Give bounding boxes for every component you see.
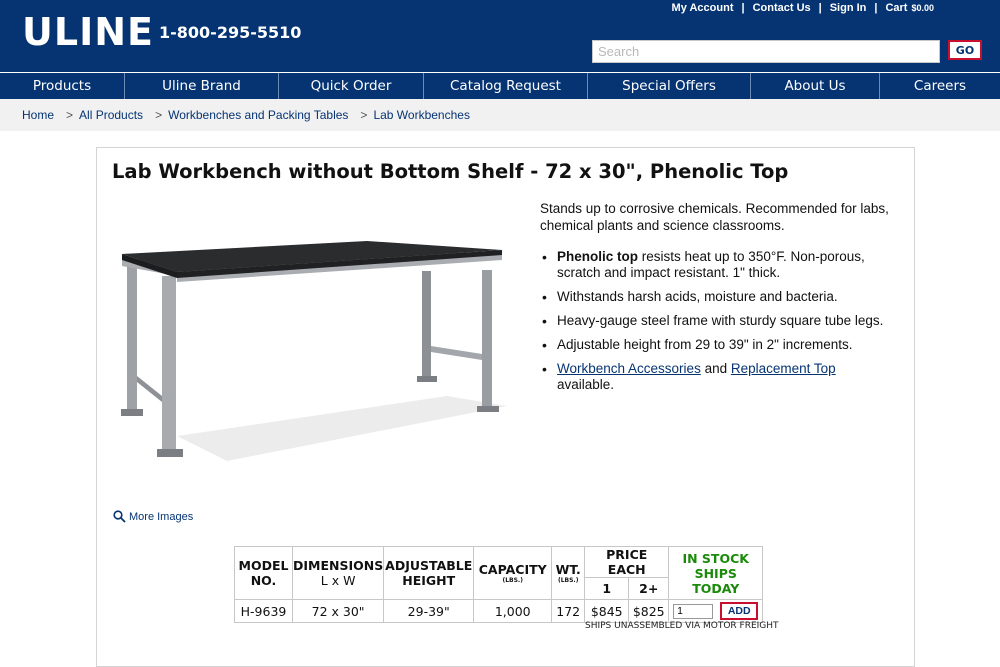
cell-model: H-9639 [234,599,293,623]
contact-us-link[interactable]: Contact Us [753,2,811,14]
header-dimensions-label: DIMENSIONS [293,558,384,573]
header-price-2: 2+ [628,577,670,600]
feature-item: Phenolic top resists heat up to 350°F. N… [540,249,890,281]
nav-careers[interactable]: Careers [880,73,1000,99]
header-model-label: MODEL NO. [238,558,289,588]
cell-order: ADD [668,599,764,623]
feature-item: Withstands harsh acids, moisture and bac… [540,289,890,305]
product-title: Lab Workbench without Bottom Shelf - 72 … [112,160,789,183]
header-adjustable: ADJUSTABLE HEIGHT [383,546,475,600]
header-stock: IN STOCK SHIPS TODAY [668,546,764,600]
feature-text: and [700,361,731,376]
feature-text: available. [557,377,615,392]
header-weight: WT. (LBS.) [551,546,586,600]
top-links: My Account | Contact Us | Sign In | Cart… [672,2,934,14]
feature-item: Workbench Accessories and Replacement To… [540,361,890,393]
quantity-input[interactable] [673,603,714,619]
nav-about-us[interactable]: About Us [751,73,880,99]
table-row: H-9639 72 x 30" 29-39" 1,000 172 $845 $8… [234,599,764,623]
search-go-button[interactable]: GO [948,40,982,60]
cart-total: $0.00 [911,3,934,13]
separator: | [818,2,822,14]
main-nav: Products Uline Brand Quick Order Catalog… [0,73,1000,99]
separator: | [741,2,745,14]
more-images-link[interactable]: More Images [113,510,193,523]
site-header: ULINE 1-800-295-5510 My Account | Contac… [0,0,1000,72]
breadcrumb-all-products[interactable]: All Products [79,108,143,122]
shipping-note: SHIPS UNASSEMBLED VIA MOTOR FREIGHT [585,621,779,631]
cell-dimensions: 72 x 30" [291,599,385,623]
header-weight-unit: (LBS.) [557,576,579,584]
uline-logo[interactable]: ULINE [22,10,154,54]
header-adjustable-label: ADJUSTABLE [385,558,473,573]
cart-link[interactable]: Cart [885,2,907,14]
nav-catalog-request[interactable]: Catalog Request [424,73,588,99]
product-panel: Lab Workbench without Bottom Shelf - 72 … [96,147,915,667]
workbench-accessories-link[interactable]: Workbench Accessories [557,361,701,376]
magnifier-icon [113,510,126,523]
header-capacity: CAPACITY (LBS.) [473,546,553,600]
nav-products[interactable]: Products [0,73,125,99]
feature-item: Heavy-gauge steel frame with sturdy squa… [540,313,890,329]
breadcrumb-separator: > [155,108,163,122]
separator: | [874,2,878,14]
header-dimensions: DIMENSIONS L x W [291,546,385,600]
header-stock-label: IN STOCK [682,550,749,566]
sign-in-link[interactable]: Sign In [830,2,867,14]
breadcrumb-separator: > [360,108,368,122]
feature-item: Adjustable height from 29 to 39" in 2" i… [540,337,890,353]
spec-table: MODEL NO. DIMENSIONS L x W ADJUSTABLE HEIG… [234,546,764,623]
feature-bold: Phenolic top [557,249,638,264]
nav-quick-order[interactable]: Quick Order [279,73,424,99]
header-adjustable-sub: HEIGHT [402,573,456,588]
header-capacity-unit: (LBS.) [502,576,523,584]
product-description: Stands up to corrosive chemicals. Recomm… [540,201,889,233]
header-ships-label: SHIPS TODAY [692,565,740,596]
cell-capacity: 1,000 [473,599,553,623]
breadcrumb-separator: > [66,108,74,122]
cell-height: 29-39" [383,599,475,623]
header-weight-label: WT. [555,561,581,577]
nav-uline-brand[interactable]: Uline Brand [125,73,279,99]
cell-price-2: $825 [628,599,670,623]
add-to-cart-button[interactable]: ADD [720,602,759,620]
replacement-top-link[interactable]: Replacement Top [731,361,836,376]
breadcrumb: Home > All Products > Workbenches and Pa… [0,99,1000,131]
breadcrumb-workbenches[interactable]: Workbenches and Packing Tables [168,108,348,122]
header-dimensions-sub: L x W [320,573,356,588]
more-images-label: More Images [129,510,194,523]
my-account-link[interactable]: My Account [672,2,734,14]
breadcrumb-home[interactable]: Home [22,108,54,122]
product-image[interactable] [117,236,517,466]
nav-special-offers[interactable]: Special Offers [588,73,751,99]
header-model: MODEL NO. [234,546,293,600]
header-price-1: 1 [584,577,630,600]
breadcrumb-lab-workbenches[interactable]: Lab Workbenches [373,108,470,122]
feature-list: Phenolic top resists heat up to 350°F. N… [540,249,890,401]
cell-weight: 172 [551,599,586,623]
header-capacity-label: CAPACITY [478,561,547,577]
cell-price-1: $845 [584,599,630,623]
header-price-each: PRICE EACH [584,546,670,578]
search-input[interactable] [592,40,940,63]
phone-number: 1-800-295-5510 [159,23,302,42]
